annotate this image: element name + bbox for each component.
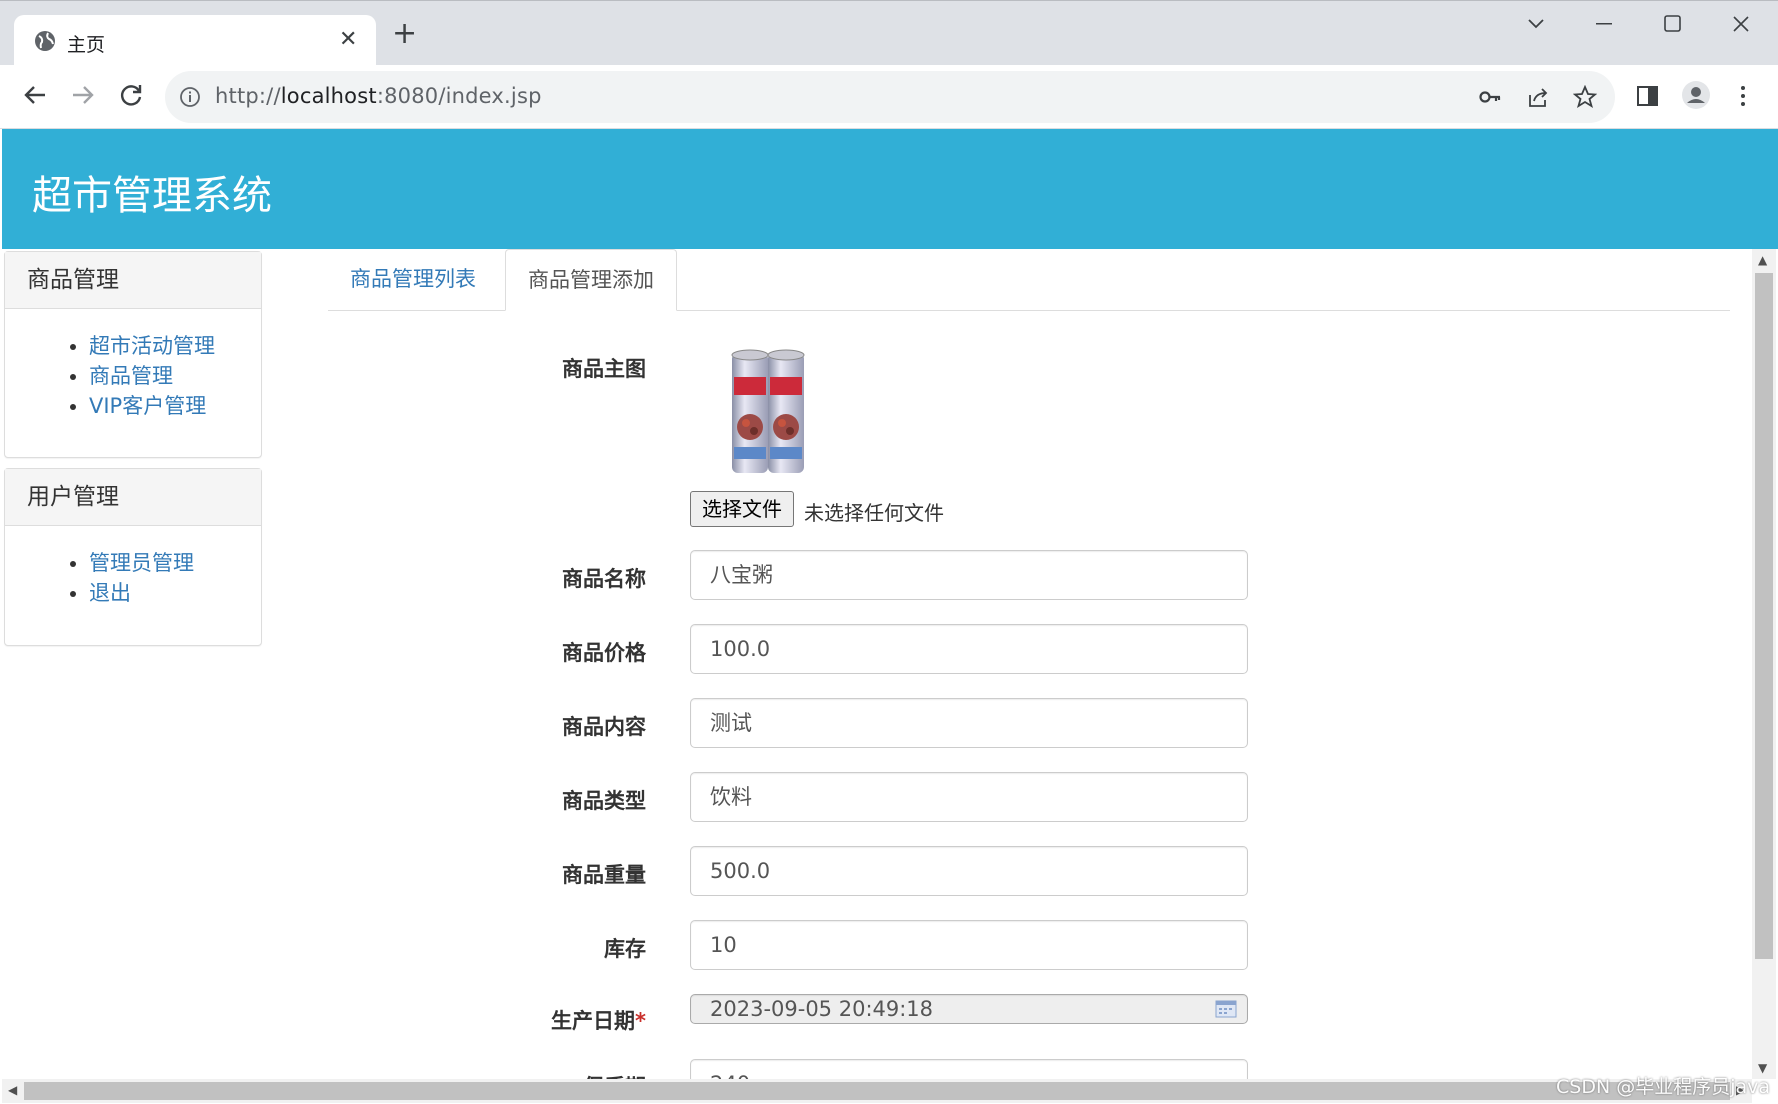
choose-file-button[interactable]: 选择文件 bbox=[690, 491, 794, 527]
field-label-content: 商品内容 bbox=[562, 715, 646, 739]
field-label-production-date: 生产日期* bbox=[551, 1009, 646, 1033]
field-label-stock: 库存 bbox=[604, 937, 646, 961]
browser-toolbar: http://localhost:8080/index.jsp bbox=[0, 65, 1778, 129]
browser-tab-title: 主页 bbox=[67, 34, 106, 56]
sidebar-list: 管理员管理 退出 bbox=[5, 526, 261, 628]
window-close-icon[interactable] bbox=[1732, 15, 1750, 33]
product-weight-input[interactable]: 500.0 bbox=[690, 846, 1248, 896]
browser-tab-strip: 主页 ✕ + bbox=[0, 0, 1778, 66]
watermark: CSDN @毕业程序员java bbox=[1556, 1076, 1771, 1098]
production-date-input[interactable]: 2023-09-05 20:49:18 bbox=[690, 994, 1248, 1024]
new-tab-icon[interactable]: + bbox=[392, 19, 417, 49]
back-arrow-icon[interactable] bbox=[19, 79, 51, 111]
sidebar-panel-product: 商品管理 超市活动管理 商品管理 VIP客户管理 bbox=[4, 251, 262, 458]
sidebar-item-products[interactable]: 商品管理 bbox=[89, 361, 261, 391]
forward-arrow-icon[interactable] bbox=[67, 79, 99, 111]
reload-icon[interactable] bbox=[115, 79, 147, 111]
app-header: 超市管理系统 bbox=[2, 129, 1778, 249]
scroll-up-arrow-icon[interactable]: ▲ bbox=[1758, 253, 1767, 267]
product-type-input[interactable]: 饮料 bbox=[690, 772, 1248, 822]
content-tabs: 商品管理列表 商品管理添加 bbox=[328, 249, 1730, 311]
close-tab-icon[interactable]: ✕ bbox=[339, 27, 357, 52]
tab-product-list[interactable]: 商品管理列表 bbox=[328, 249, 498, 310]
minimize-icon[interactable] bbox=[1596, 23, 1614, 25]
key-icon[interactable] bbox=[1478, 85, 1502, 109]
production-date-value: 2023-09-05 20:49:18 bbox=[710, 997, 934, 1021]
sidebar-panel-user: 用户管理 管理员管理 退出 bbox=[4, 468, 262, 646]
side-panel-icon[interactable] bbox=[1635, 83, 1661, 109]
field-label-type: 商品类型 bbox=[562, 789, 646, 813]
horizontal-scrollbar[interactable]: ◀ ▶ bbox=[2, 1079, 1752, 1103]
scroll-left-arrow-icon[interactable]: ◀ bbox=[8, 1083, 17, 1097]
info-icon[interactable] bbox=[179, 86, 201, 108]
sidebar-item-logout[interactable]: 退出 bbox=[89, 578, 261, 608]
sidebar-panel-title: 用户管理 bbox=[5, 469, 261, 526]
shelf-life-input[interactable]: 240 bbox=[690, 1059, 1248, 1079]
tab-product-add[interactable]: 商品管理添加 bbox=[505, 249, 677, 311]
vertical-scroll-thumb[interactable] bbox=[1755, 273, 1773, 959]
product-price-input[interactable]: 100.0 bbox=[690, 624, 1248, 674]
app-title: 超市管理系统 bbox=[32, 173, 272, 219]
calendar-icon[interactable] bbox=[1215, 1000, 1237, 1018]
horizontal-scroll-thumb[interactable] bbox=[24, 1082, 1730, 1100]
bookmark-star-icon[interactable] bbox=[1573, 85, 1597, 109]
profile-avatar-icon[interactable] bbox=[1681, 80, 1711, 110]
browser-tab[interactable]: 主页 ✕ bbox=[14, 15, 376, 66]
sidebar-panel-title: 商品管理 bbox=[5, 252, 261, 309]
tab-search-chevron-icon[interactable] bbox=[1527, 17, 1545, 31]
share-icon[interactable] bbox=[1526, 85, 1550, 109]
sidebar-list: 超市活动管理 商品管理 VIP客户管理 bbox=[5, 309, 261, 441]
product-image bbox=[731, 349, 805, 473]
sidebar-item-activity[interactable]: 超市活动管理 bbox=[89, 331, 261, 361]
maximize-icon[interactable] bbox=[1664, 15, 1682, 33]
globe-icon bbox=[35, 31, 55, 51]
page-content: 商品管理 超市活动管理 商品管理 VIP客户管理 用户管理 管理员管理 退出 商… bbox=[2, 249, 1752, 1079]
sidebar-item-admins[interactable]: 管理员管理 bbox=[89, 548, 261, 578]
field-label: 商品主图 bbox=[562, 357, 646, 381]
product-name-input[interactable]: 八宝粥 bbox=[690, 550, 1248, 600]
sidebar-item-vip[interactable]: VIP客户管理 bbox=[89, 391, 261, 421]
address-bar[interactable]: http://localhost:8080/index.jsp bbox=[165, 71, 1615, 123]
vertical-scrollbar[interactable]: ▲ ▼ bbox=[1752, 249, 1776, 1079]
field-label-shelf-life: 保质期 bbox=[446, 1071, 646, 1079]
url-text: http://localhost:8080/index.jsp bbox=[215, 84, 542, 108]
product-content-input[interactable]: 测试 bbox=[690, 698, 1248, 748]
more-menu-icon[interactable] bbox=[1730, 83, 1756, 109]
field-label-weight: 商品重量 bbox=[562, 863, 646, 887]
required-mark: * bbox=[635, 1009, 646, 1033]
field-label-name: 商品名称 bbox=[562, 567, 646, 591]
field-label-price: 商品价格 bbox=[562, 641, 646, 665]
file-status-text: 未选择任何文件 bbox=[804, 501, 944, 525]
stock-input[interactable]: 10 bbox=[690, 920, 1248, 970]
